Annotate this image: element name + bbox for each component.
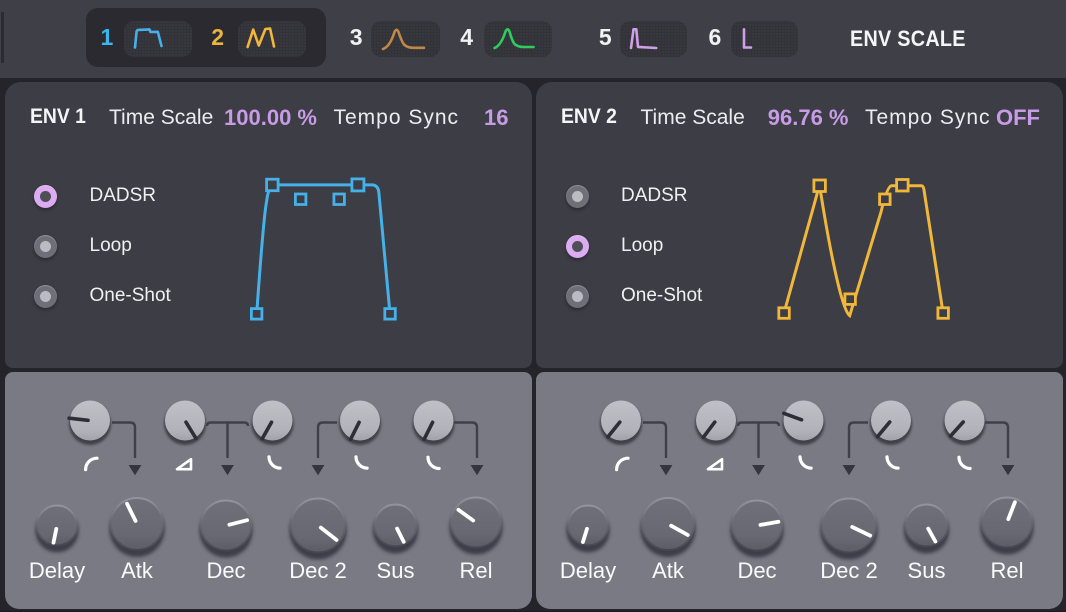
svg-text:Sus: Sus [908, 558, 946, 583]
svg-text:Dec: Dec [737, 558, 776, 583]
svg-text:Sus: Sus [376, 558, 414, 583]
svg-text:Dec: Dec [206, 558, 245, 583]
svg-text:Atk: Atk [121, 558, 154, 583]
svg-text:Rel: Rel [459, 558, 492, 583]
svg-text:Delay: Delay [560, 558, 616, 583]
svg-text:Dec 2: Dec 2 [820, 558, 877, 583]
svg-text:Rel: Rel [990, 558, 1023, 583]
svg-text:Atk: Atk [652, 558, 685, 583]
svg-text:Delay: Delay [28, 558, 84, 583]
svg-text:Dec 2: Dec 2 [289, 558, 346, 583]
